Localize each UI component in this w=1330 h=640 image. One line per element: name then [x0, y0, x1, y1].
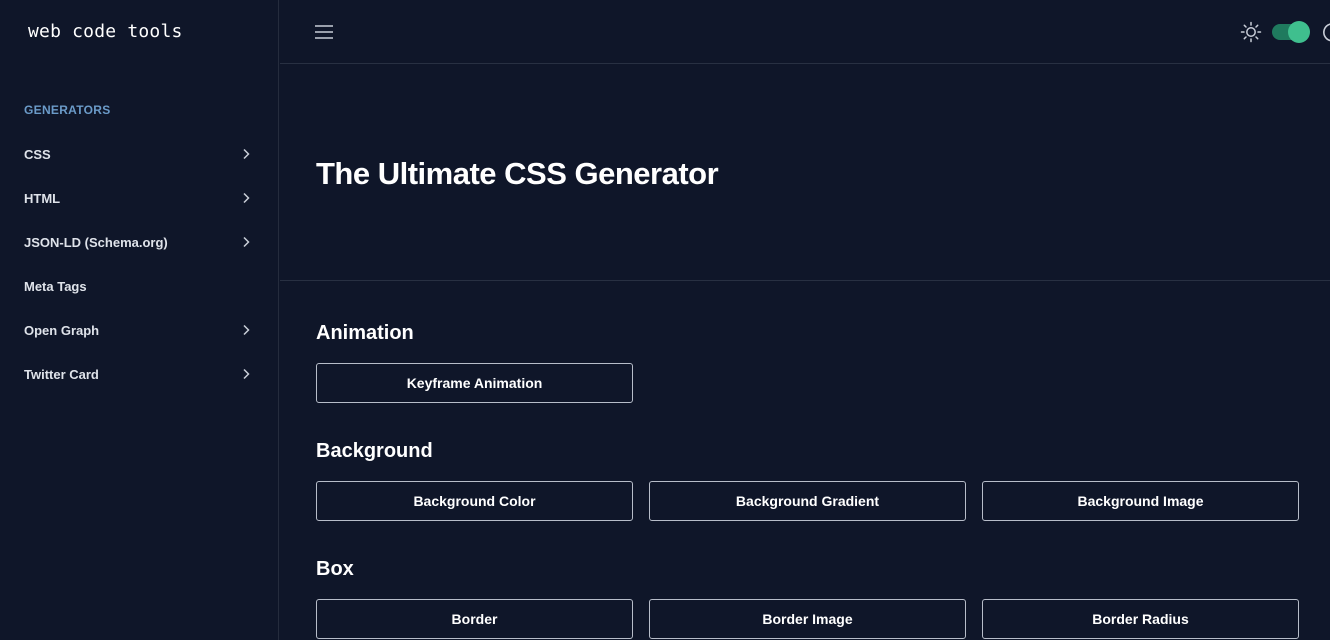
border-image-button[interactable]: Border Image [649, 599, 966, 639]
group-title-box: Box [316, 558, 354, 580]
border-button[interactable]: Border [316, 599, 633, 639]
chevron-right-icon [240, 192, 252, 204]
brand-logo[interactable]: web code tools [28, 21, 183, 42]
group-title-animation: Animation [316, 322, 414, 344]
group-buttons-box: Border Border Image Border Radius [316, 599, 1299, 639]
sidebar-item-label: JSON-LD (Schema.org) [24, 234, 168, 250]
chevron-right-icon [240, 148, 252, 160]
sidebar-item-twitter-card[interactable]: Twitter Card [0, 352, 278, 396]
sidebar-item-css[interactable]: CSS [0, 132, 278, 176]
chevron-right-icon [240, 236, 252, 248]
sidebar-item-label: CSS [24, 146, 51, 162]
chevron-right-icon [240, 324, 252, 336]
background-image-button[interactable]: Background Image [982, 481, 1299, 521]
page-title: The Ultimate CSS Generator [316, 156, 719, 191]
sidebar: web code tools GENERATORS CSS HTML JSON-… [0, 0, 279, 640]
group-buttons-background: Background Color Background Gradient Bac… [316, 481, 1299, 521]
sidebar-item-open-graph[interactable]: Open Graph [0, 308, 278, 352]
sidebar-section-label: GENERATORS [24, 103, 111, 117]
moon-icon [1320, 21, 1330, 43]
sidebar-item-label: Twitter Card [24, 366, 99, 382]
hamburger-menu-icon[interactable] [314, 22, 334, 42]
group-title-background: Background [316, 440, 433, 462]
border-radius-button[interactable]: Border Radius [982, 599, 1299, 639]
sidebar-item-html[interactable]: HTML [0, 176, 278, 220]
background-gradient-button[interactable]: Background Gradient [649, 481, 966, 521]
background-color-button[interactable]: Background Color [316, 481, 633, 521]
sidebar-item-label: HTML [24, 190, 61, 206]
sidebar-item-meta-tags[interactable]: Meta Tags [0, 264, 278, 308]
sidebar-item-label: Open Graph [24, 322, 100, 338]
hero: The Ultimate CSS Generator [280, 64, 1330, 281]
sidebar-item-json-ld[interactable]: JSON-LD (Schema.org) [0, 220, 278, 264]
toggle-knob [1288, 21, 1310, 43]
theme-toggle[interactable] [1272, 21, 1310, 43]
sidebar-item-label: Meta Tags [24, 278, 87, 294]
group-buttons-animation: Keyframe Animation [316, 363, 633, 403]
theme-switcher [1240, 20, 1330, 44]
sidebar-nav: CSS HTML JSON-LD (Schema.org) Meta Tags … [0, 132, 278, 396]
chevron-right-icon [240, 368, 252, 380]
keyframe-animation-button[interactable]: Keyframe Animation [316, 363, 633, 403]
sun-icon [1240, 21, 1262, 43]
top-bar [280, 0, 1330, 64]
